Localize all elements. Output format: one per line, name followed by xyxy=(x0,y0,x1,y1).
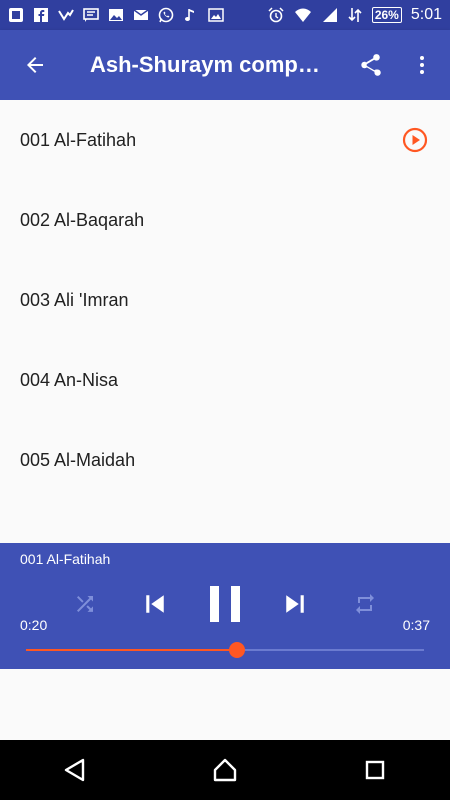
nav-recents-button[interactable] xyxy=(345,740,405,800)
data-transfer-icon xyxy=(348,8,362,22)
signal-icon xyxy=(322,8,337,22)
page-title: Ash-Shuraym comp… xyxy=(90,52,320,77)
total-time: 0:37 xyxy=(402,617,430,633)
list-item[interactable]: 001 Al-Fatihah xyxy=(0,100,450,180)
empty-area xyxy=(0,669,450,740)
seek-progress xyxy=(26,649,237,651)
status-bar: 26% 5:01 xyxy=(0,0,450,30)
surah-label: 004 An-Nisa xyxy=(20,369,119,390)
shuffle-button[interactable] xyxy=(68,587,102,621)
shuffle-icon xyxy=(77,596,93,612)
nav-home-button[interactable] xyxy=(195,740,255,800)
share-button[interactable] xyxy=(350,30,390,100)
pause-button[interactable] xyxy=(204,579,246,629)
app-bar: Ash-Shuraym comp… xyxy=(0,30,450,100)
list-item[interactable]: 003 Ali 'Imran xyxy=(0,260,450,340)
surah-list: 001 Al-Fatihah 002 Al-Baqarah 003 Ali 'I… xyxy=(0,100,450,543)
more-vert-icon xyxy=(420,56,424,74)
system-navigation-bar xyxy=(0,740,450,800)
next-button[interactable] xyxy=(276,585,314,623)
gallery-icon xyxy=(208,8,224,22)
back-triangle-icon xyxy=(64,758,85,782)
clock: 5:01 xyxy=(410,6,442,23)
alarm-icon xyxy=(268,7,284,23)
home-icon xyxy=(213,758,237,782)
repeat-button[interactable] xyxy=(348,587,382,621)
mail-icon xyxy=(133,9,149,20)
music-note-icon xyxy=(185,9,194,21)
back-button[interactable] xyxy=(0,30,70,100)
message-icon xyxy=(83,8,99,22)
skip-previous-icon xyxy=(146,595,164,613)
now-playing-title: 001 Al-Fatihah xyxy=(20,551,111,567)
recents-square-icon xyxy=(365,760,385,780)
list-item[interactable]: 005 Al-Maidah xyxy=(0,420,450,500)
system-icons: 26% 5:01 xyxy=(268,6,442,24)
facebook-icon xyxy=(34,8,48,22)
image-icon xyxy=(109,9,123,21)
check-mark-icon xyxy=(58,9,74,21)
nav-back-button[interactable] xyxy=(45,740,105,800)
whatsapp-icon xyxy=(158,7,174,23)
overflow-menu-button[interactable] xyxy=(404,30,440,100)
previous-button[interactable] xyxy=(136,585,174,623)
arrow-back-icon xyxy=(27,57,43,73)
current-time: 0:20 xyxy=(20,617,48,633)
surah-label: 002 Al-Baqarah xyxy=(20,209,145,230)
surah-label: 003 Ali 'Imran xyxy=(20,289,129,310)
pause-icon xyxy=(210,586,240,622)
surah-label: 001 Al-Fatihah xyxy=(20,129,137,150)
media-player: 001 Al-Fatihah 0:20 0:37 xyxy=(0,543,450,669)
surah-label: 005 Al-Maidah xyxy=(20,449,136,470)
list-item[interactable]: 002 Al-Baqarah xyxy=(0,180,450,260)
play-circle-icon[interactable] xyxy=(402,127,428,153)
seek-thumb[interactable] xyxy=(228,642,245,658)
list-item[interactable]: 004 An-Nisa xyxy=(0,340,450,420)
skip-next-icon xyxy=(286,595,304,613)
repeat-icon xyxy=(356,594,374,614)
wifi-icon xyxy=(294,8,311,22)
app-grid-icon xyxy=(9,8,23,22)
notification-icons xyxy=(8,7,224,23)
share-icon xyxy=(361,54,381,76)
seek-bar[interactable] xyxy=(26,642,424,658)
battery-indicator: 26% xyxy=(371,7,402,23)
